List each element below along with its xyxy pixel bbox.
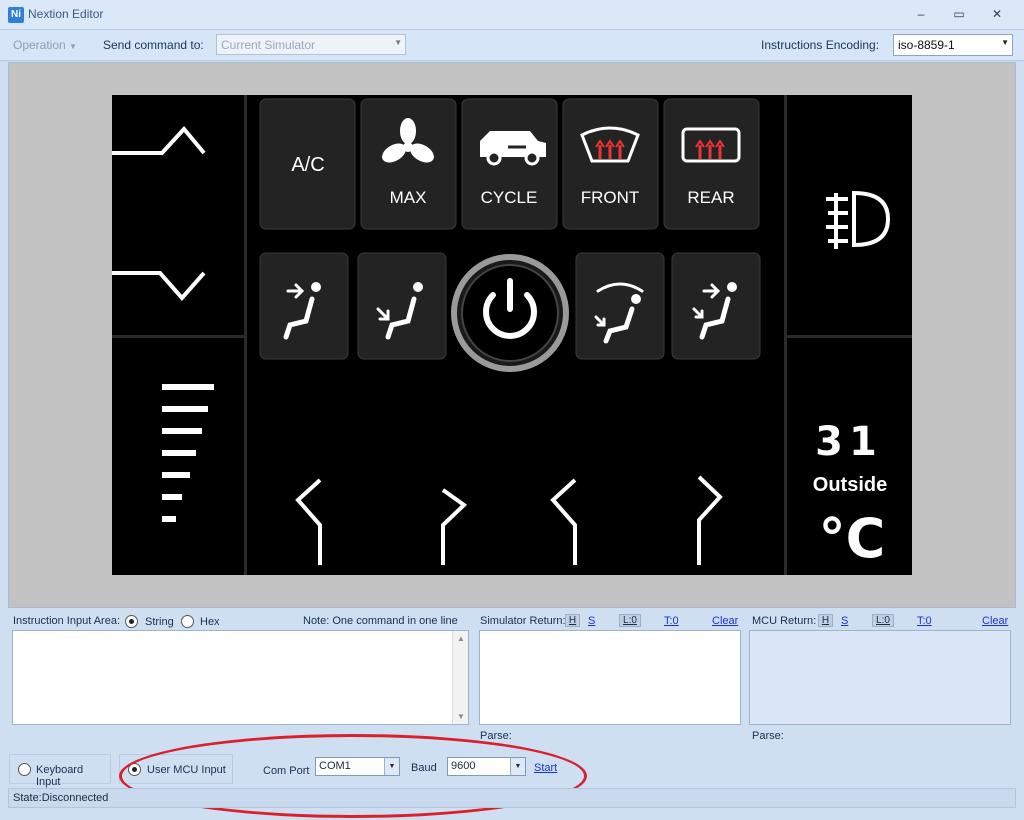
hex-radio-label: Hex [200, 616, 220, 628]
mcu-input-option[interactable]: User MCU Input [119, 754, 233, 784]
chevron-down-icon: ▼ [394, 38, 402, 47]
sim-parse-label: Parse: [480, 730, 512, 742]
chevron-down-icon: ▼ [69, 42, 77, 51]
keyboard-input-radio[interactable] [18, 763, 31, 776]
front-defrost-button[interactable]: FRONT [562, 98, 659, 230]
fog-light-icon[interactable] [826, 190, 891, 249]
left-chevron-icon[interactable] [550, 478, 577, 565]
up-chevron-icon[interactable] [112, 125, 206, 155]
scroll-up-icon[interactable]: ▲ [457, 634, 465, 643]
rear-defrost-button[interactable]: REAR [663, 98, 760, 230]
simulator-canvas: A/C MAX CYCLE FRONT REAR 31 Outside °C [8, 62, 1016, 608]
right-chevron-icon[interactable] [697, 475, 723, 565]
hex-radio[interactable] [181, 615, 194, 628]
sim-length-button[interactable]: L:0 [619, 614, 641, 627]
com-port-label: Com Port [263, 765, 310, 777]
baud-select[interactable]: 9600 ▼ [447, 757, 526, 776]
chevron-down-icon: ▼ [384, 758, 399, 775]
ac-button[interactable]: A/C [259, 98, 356, 230]
nextion-logo-icon: Ni [8, 7, 24, 23]
hmi-screen[interactable]: A/C MAX CYCLE FRONT REAR 31 Outside °C [112, 95, 912, 575]
mcu-parse-label: Parse: [752, 730, 784, 742]
seat-airflow-feet-button[interactable] [357, 252, 447, 360]
temperature-unit: °C [819, 507, 886, 570]
start-link[interactable]: Start [534, 762, 557, 774]
max-fan-button[interactable]: MAX [360, 98, 457, 230]
mcu-return-output[interactable] [749, 630, 1011, 725]
toolbar: Operation ▼ Send command to: Current Sim… [0, 30, 1024, 61]
string-radio-label: String [145, 616, 174, 628]
status-bar: State:Disconnected [8, 788, 1016, 808]
close-button[interactable]: ✕ [982, 4, 1012, 24]
mcu-string-link[interactable]: S [841, 615, 848, 627]
encoding-select[interactable]: iso-8859-1 ▼ [893, 34, 1013, 56]
fan-speed-bars-icon[interactable] [162, 384, 214, 522]
temperature-caption: Outside [813, 474, 887, 496]
keyboard-input-label: Keyboard Input [36, 764, 84, 788]
cycle-button[interactable]: CYCLE [461, 98, 558, 230]
left-chevron-icon[interactable] [295, 478, 322, 565]
keyboard-input-option[interactable]: Keyboard Input [9, 754, 111, 788]
simulator-return-label: Simulator Return: [480, 615, 566, 627]
mcu-time-link[interactable]: T:0 [917, 615, 932, 627]
connection-state: State:Disconnected [13, 792, 109, 804]
instruction-input-textarea[interactable]: ▲ ▼ [12, 630, 469, 725]
string-radio[interactable] [125, 615, 138, 628]
encoding-label: Instructions Encoding: [761, 38, 880, 52]
sim-hex-button[interactable]: H [565, 614, 580, 627]
operation-menu[interactable]: Operation ▼ [13, 38, 77, 52]
send-command-label: Send command to: [103, 38, 204, 52]
sim-clear-link[interactable]: Clear [712, 615, 738, 627]
hmi-graphics: A/C MAX CYCLE FRONT REAR 31 Outside °C [112, 95, 912, 575]
user-mcu-input-label: User MCU Input [147, 764, 226, 776]
instruction-input-label: Instruction Input Area: [13, 615, 121, 627]
instruction-note: Note: One command in one line [303, 615, 458, 627]
window-title: Nextion Editor [28, 7, 104, 21]
mcu-return-label: MCU Return: [752, 615, 817, 627]
sim-time-link[interactable]: T:0 [664, 615, 679, 627]
minimize-button[interactable]: – [906, 4, 936, 24]
right-chevron-icon[interactable] [441, 488, 468, 565]
mcu-clear-link[interactable]: Clear [982, 615, 1008, 627]
power-button[interactable] [451, 254, 569, 372]
down-chevron-icon[interactable] [112, 271, 206, 302]
temperature-value: 31 [815, 419, 883, 465]
scroll-down-icon[interactable]: ▼ [457, 712, 465, 721]
title-bar: Ni Nextion Editor – ▭ ✕ [0, 0, 1024, 30]
rear-label: REAR [687, 188, 734, 207]
chevron-down-icon: ▼ [1001, 38, 1009, 47]
send-command-select[interactable]: Current Simulator ▼ [216, 34, 406, 55]
simulator-return-output[interactable] [479, 630, 741, 725]
seat-airflow-face-button[interactable] [259, 252, 349, 360]
maximize-button[interactable]: ▭ [944, 4, 974, 24]
max-label: MAX [390, 188, 427, 207]
seat-defrost-feet-button[interactable] [575, 252, 665, 360]
baud-label: Baud [411, 762, 437, 774]
mcu-hex-button[interactable]: H [818, 614, 833, 627]
user-mcu-input-radio[interactable] [128, 763, 141, 776]
cycle-label: CYCLE [481, 188, 538, 207]
seat-airflow-face-feet-button[interactable] [671, 252, 761, 360]
sim-string-link[interactable]: S [588, 615, 595, 627]
instruction-scrollbar[interactable]: ▲ ▼ [452, 631, 468, 724]
com-port-select[interactable]: COM1 ▼ [315, 757, 400, 776]
chevron-down-icon: ▼ [510, 758, 525, 775]
ac-label: A/C [291, 154, 324, 176]
front-label: FRONT [581, 188, 640, 207]
mcu-length-button[interactable]: L:0 [872, 614, 894, 627]
